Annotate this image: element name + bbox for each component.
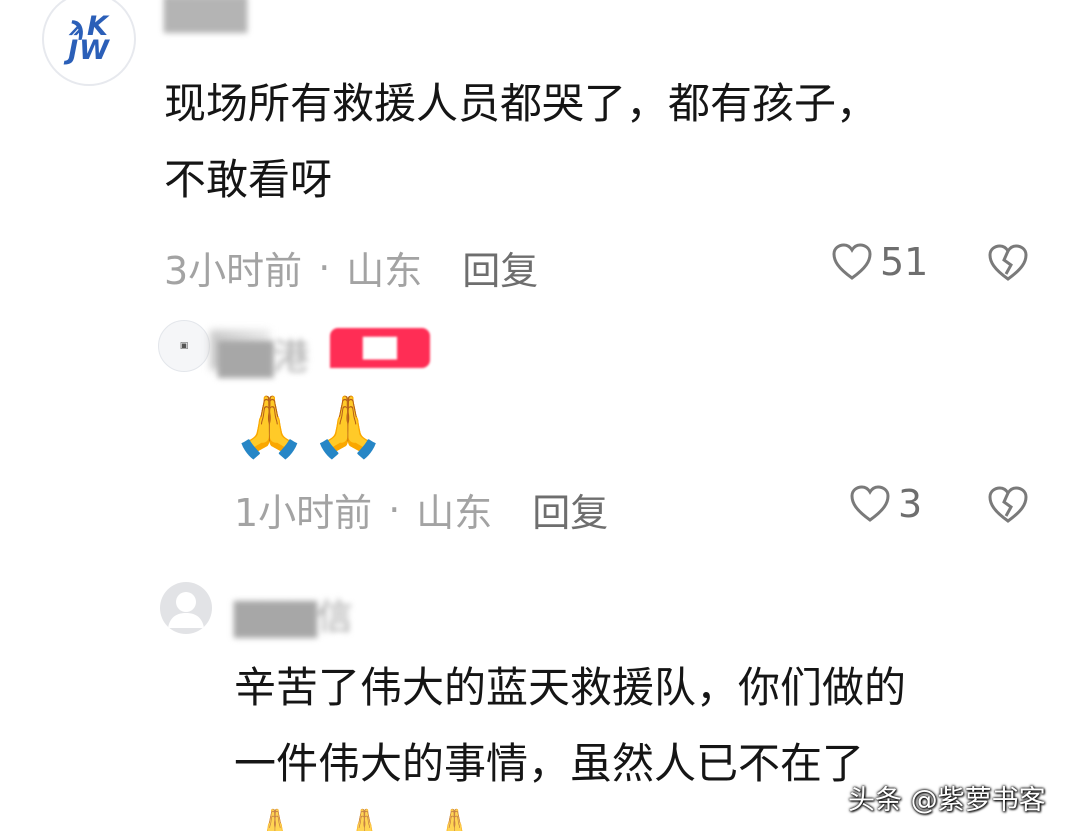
comment-meta: 3小时前 · 山东 回复 xyxy=(164,240,538,295)
reply-button[interactable]: 回复 xyxy=(532,482,608,537)
dislike-broken-heart-icon[interactable] xyxy=(988,486,1028,524)
comment-line: 一件伟大的事情，虽然人已不在了 xyxy=(234,739,865,788)
avatar[interactable]: ϡK JW xyxy=(42,0,136,86)
separator-dot: · xyxy=(318,245,331,290)
praying-hands-emoji: 🙏 xyxy=(339,807,390,831)
comment-line: 辛苦了伟大的蓝天救援队，你们做的 xyxy=(234,663,907,712)
reply-button[interactable]: 回复 xyxy=(462,240,538,295)
like-count: 3 xyxy=(898,482,923,526)
comment-location: 山东 xyxy=(416,491,493,535)
praying-hands-emoji: 🙏 xyxy=(310,392,386,462)
dislike-broken-heart-icon[interactable] xyxy=(988,244,1028,282)
comment-emoji: 🙏 🙏 xyxy=(232,392,385,462)
comment-time: 3小时前 xyxy=(164,249,303,293)
praying-hands-emoji: 🙏 xyxy=(250,807,300,831)
praying-hands-emoji: 🙏 xyxy=(429,807,480,831)
praying-hands-emoji: 🙏 xyxy=(232,392,307,462)
comment-meta: 1小时前 · 山东 回复 xyxy=(234,482,608,537)
username[interactable]: ▇▇▇信 xyxy=(234,588,353,640)
comment-list: ϡK JW ▇▇▇ 现场所有救援人员都哭了，都有孩子， 不敢看呀 3小时前 · 山… xyxy=(0,0,1080,831)
watermark: 头条 @紫萝书客 xyxy=(848,785,1046,816)
comment-line: 不敢看呀 xyxy=(164,155,333,204)
user-badge: ▇▇ xyxy=(330,328,430,368)
comment-emoji: 🙏 🙏 🙏 xyxy=(250,810,479,831)
comment-line: 现场所有救援人员都哭了，都有孩子， xyxy=(164,79,879,128)
like-button[interactable]: 3 xyxy=(850,482,922,526)
heart-icon xyxy=(832,243,872,281)
username[interactable]: ▇▇港 xyxy=(218,328,309,380)
like-button[interactable]: 51 xyxy=(832,240,928,284)
comment-time: 1小时前 xyxy=(234,491,373,535)
comment-text: 现场所有救援人员都哭了，都有孩子， 不敢看呀 xyxy=(164,66,878,218)
comment-text: 辛苦了伟大的蓝天救援队，你们做的 一件伟大的事情，虽然人已不在了 xyxy=(234,650,906,802)
avatar-logo: ▣ xyxy=(179,341,189,351)
heart-icon xyxy=(850,485,890,523)
like-count: 51 xyxy=(880,240,929,284)
avatar[interactable]: ▣ xyxy=(158,320,210,372)
default-avatar-icon[interactable] xyxy=(160,582,212,634)
comment-location: 山东 xyxy=(346,249,423,293)
separator-dot: · xyxy=(388,487,401,532)
username[interactable]: ▇▇▇ xyxy=(164,0,247,33)
avatar-logo: ϡK JW xyxy=(68,11,110,66)
